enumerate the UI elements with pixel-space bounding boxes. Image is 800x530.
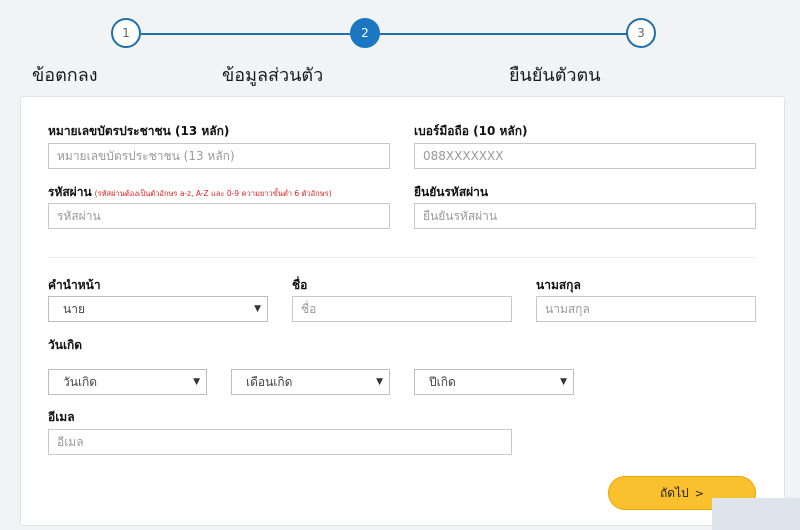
confirm-password-input[interactable]: ยืนยันรหัสผ่าน <box>414 203 756 229</box>
birth-year-select[interactable]: ปีเกิด ▼ <box>414 369 574 395</box>
caret-down-icon: ▼ <box>193 377 200 387</box>
password-input[interactable]: รหัสผ่าน <box>48 203 390 229</box>
next-button-label: ถัดไป <box>660 485 689 500</box>
background-decoration <box>712 498 800 530</box>
mobile-label: เบอร์มือถือ (10 หลัก) <box>414 124 528 138</box>
stepper-line-2 <box>379 33 627 35</box>
email-input[interactable]: อีเมล <box>48 429 512 455</box>
first-name-input[interactable]: ชื่อ <box>292 296 512 322</box>
birth-month-value: เดือนเกิด <box>246 375 293 389</box>
password-hint: (รหัสผ่านต้องเป็นตัวอักษร a-z, A-Z และ 0… <box>94 189 332 198</box>
stepper-line-1 <box>141 33 351 35</box>
birth-month-select[interactable]: เดือนเกิด ▼ <box>231 369 390 395</box>
step-label-3: ยืนยันตัวตน <box>509 65 601 86</box>
chevron-right-icon: > <box>694 486 704 500</box>
confirm-password-label: ยืนยันรหัสผ่าน <box>414 185 489 199</box>
prefix-select-value: นาย <box>63 302 85 316</box>
step-circle-1: 1 <box>111 18 141 48</box>
prefix-label: คำนำหน้า <box>48 278 101 292</box>
last-name-input[interactable]: นามสกุล <box>536 296 756 322</box>
birthdate-label: วันเกิด <box>48 338 83 352</box>
step-circle-2: 2 <box>350 18 380 48</box>
password-label: รหัสผ่าน (รหัสผ่านต้องเป็นตัวอักษร a-z, A… <box>48 183 332 202</box>
caret-down-icon: ▼ <box>376 377 383 387</box>
email-label: อีเมล <box>48 410 75 424</box>
section-divider <box>48 257 756 258</box>
birth-day-value: วันเกิด <box>63 375 98 389</box>
password-label-text: รหัสผ่าน <box>48 185 92 199</box>
prefix-select[interactable]: นาย ▼ <box>48 296 268 322</box>
step-label-1: ข้อตกลง <box>32 65 98 86</box>
step-label-2: ข้อมูลส่วนตัว <box>222 65 324 86</box>
first-name-label: ชื่อ <box>292 278 308 292</box>
id-card-label: หมายเลขบัตรประชาชน (13 หลัก) <box>48 124 230 138</box>
caret-down-icon: ▼ <box>254 304 261 314</box>
mobile-input[interactable]: 088XXXXXXX <box>414 143 756 169</box>
step-circle-3: 3 <box>626 18 656 48</box>
last-name-label: นามสกุล <box>536 278 581 292</box>
caret-down-icon: ▼ <box>560 377 567 387</box>
birth-day-select[interactable]: วันเกิด ▼ <box>48 369 207 395</box>
id-card-input[interactable]: หมายเลขบัตรประชาชน (13 หลัก) <box>48 143 390 169</box>
birth-year-value: ปีเกิด <box>429 375 456 389</box>
